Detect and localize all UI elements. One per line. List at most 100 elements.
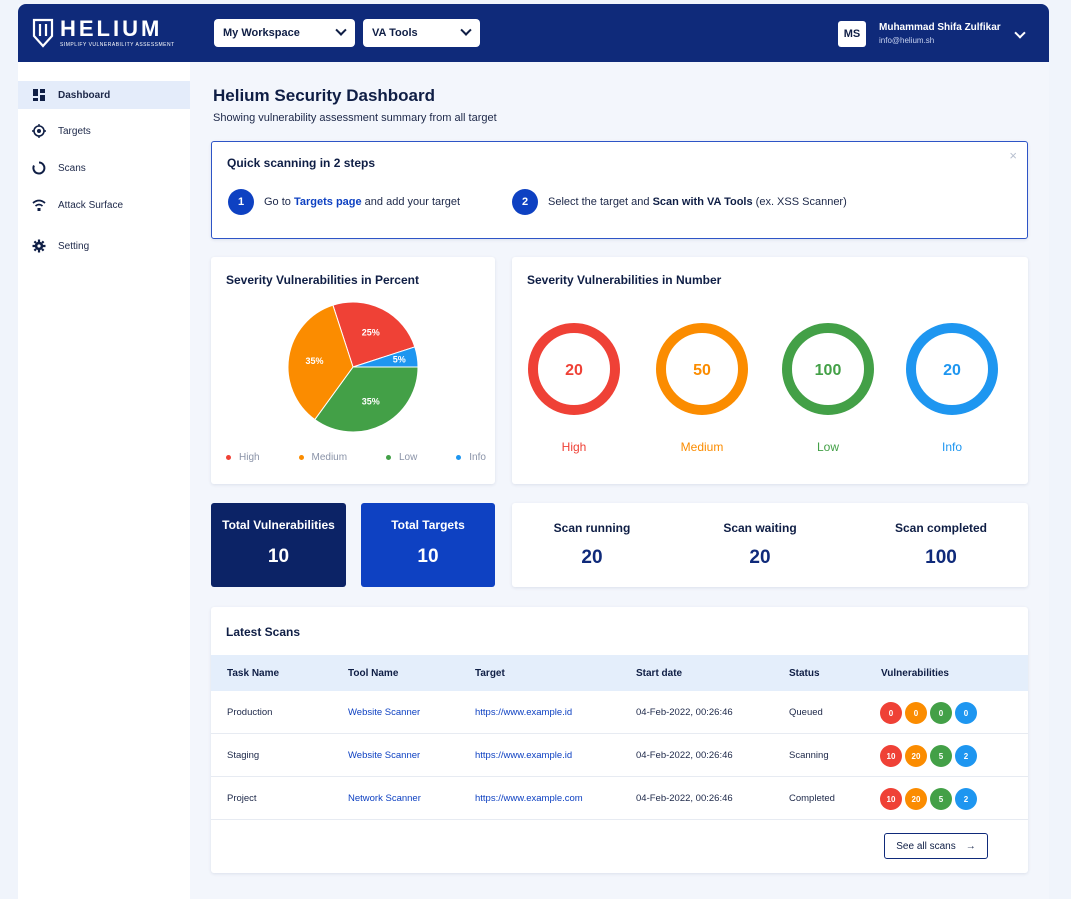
quick-step-1: 1 Go to Targets page and add your target	[228, 189, 460, 215]
start-date: 04-Feb-2022, 00:26:46	[636, 750, 733, 761]
target-link[interactable]: https://www.example.id	[475, 750, 572, 761]
latest-scans-card: Latest Scans Task Name Tool Name Target …	[211, 607, 1028, 873]
status-text: Completed	[789, 793, 835, 804]
total-vulnerabilities-label: Total Vulnerabilities	[222, 518, 335, 532]
wifi-icon	[32, 199, 46, 211]
vulnerability-count-badge: 2	[955, 745, 977, 767]
scan-waiting-value: 20	[749, 547, 771, 568]
pie-legend: High Medium Low Info	[226, 452, 486, 463]
status-text: Queued	[789, 707, 823, 718]
quick-step-2: 2 Select the target and Scan with VA Too…	[512, 189, 847, 215]
status-text: Scanning	[789, 750, 829, 761]
total-targets-value: 10	[417, 546, 439, 567]
scan-completed: Scan completed 100	[861, 521, 1021, 569]
vulnerability-count-badge: 5	[930, 788, 952, 810]
workspace-dropdown[interactable]: My Workspace	[214, 19, 355, 47]
app-frame: HELIUM SIMPLIFY VULNERABILITY ASSESSMENT…	[18, 4, 1049, 899]
pie-slice-label: 35%	[362, 397, 380, 407]
targets-page-link[interactable]: Targets page	[294, 196, 362, 208]
vulnerability-count-badge: 10	[880, 745, 902, 767]
latest-scans-title: Latest Scans	[226, 625, 301, 639]
logo[interactable]: HELIUM SIMPLIFY VULNERABILITY ASSESSMENT	[32, 14, 175, 52]
shield-logo-icon	[32, 18, 54, 48]
vulnerability-count-badge: 10	[880, 788, 902, 810]
sidebar-item-label: Targets	[58, 125, 91, 137]
user-info[interactable]: Muhammad Shifa Zulfikar info@helium.sh	[879, 22, 1001, 45]
scan-running-label: Scan running	[553, 521, 631, 535]
pie-slice-label: 5%	[393, 355, 406, 365]
sidebar-item-label: Dashboard	[58, 89, 111, 101]
total-targets-card[interactable]: Total Targets 10	[361, 503, 495, 587]
sidebar-item-setting[interactable]: Setting	[18, 232, 190, 260]
column-header: Vulnerabilities	[881, 668, 949, 679]
sidebar-item-attack-surface[interactable]: Attack Surface	[18, 191, 190, 219]
ring-value: 100	[815, 362, 842, 379]
scan-waiting: Scan waiting 20	[680, 521, 840, 569]
close-icon[interactable]: ×	[1009, 148, 1017, 163]
target-link[interactable]: https://www.example.id	[475, 707, 572, 718]
legend-item-high: High	[226, 452, 260, 463]
see-all-scans-label: See all scans	[896, 840, 956, 852]
user-email: info@helium.sh	[879, 36, 935, 45]
column-header: Target	[475, 668, 505, 679]
vulnerability-badges: 10 20 5 2	[880, 788, 977, 810]
scan-waiting-label: Scan waiting	[723, 521, 797, 535]
severity-percent-card: Severity Vulnerabilities in Percent 25% 5…	[211, 257, 495, 484]
tools-dropdown-label: VA Tools	[372, 27, 418, 39]
sidebar-item-scans[interactable]: Scans	[18, 154, 190, 182]
ring-label: Low	[816, 440, 839, 454]
column-header: Status	[789, 668, 820, 679]
tool-name-link[interactable]: Website Scanner	[348, 707, 420, 718]
table-header: Task Name Tool Name Target Start date St…	[211, 655, 1028, 691]
scan-running-value: 20	[581, 547, 603, 568]
scan-running: Scan running 20	[512, 521, 672, 569]
start-date: 04-Feb-2022, 00:26:46	[636, 707, 733, 718]
sidebar-item-label: Attack Surface	[58, 199, 124, 211]
scan-icon	[32, 161, 46, 175]
total-vulnerabilities-card[interactable]: Total Vulnerabilities 10	[211, 503, 346, 587]
scan-completed-value: 100	[925, 547, 957, 568]
step-text: Select the target and Scan with VA Tools…	[548, 196, 847, 208]
avatar[interactable]: MS	[838, 21, 866, 47]
page-title: Helium Security Dashboard	[213, 86, 436, 105]
step-text: Go to Targets page and add your target	[264, 196, 461, 208]
scan-status-card: Scan running 20 Scan waiting 20 Scan com…	[512, 503, 1028, 587]
sidebar-item-dashboard[interactable]: Dashboard	[18, 81, 190, 109]
table-row[interactable]: Staging Website Scanner https://www.exampl…	[211, 734, 1028, 777]
ring-value: 20	[565, 362, 583, 379]
task-name: Project	[227, 793, 257, 804]
workspace-dropdown-label: My Workspace	[223, 27, 300, 39]
legend-item-low: Low	[386, 452, 417, 463]
scan-completed-label: Scan completed	[894, 521, 988, 535]
brand-name: HELIUM	[60, 16, 163, 41]
quick-scanning-card: Quick scanning in 2 steps × 1 Go to Targ…	[211, 141, 1028, 239]
user-menu-chevron-icon[interactable]	[1014, 27, 1026, 39]
quick-scanning-title: Quick scanning in 2 steps	[227, 156, 376, 170]
tool-name-link[interactable]: Website Scanner	[348, 750, 420, 761]
vulnerability-count-badge: 0	[905, 702, 927, 724]
top-bar: HELIUM SIMPLIFY VULNERABILITY ASSESSMENT…	[18, 4, 1049, 62]
target-link[interactable]: https://www.example.com	[475, 793, 583, 804]
table-row[interactable]: Project Network Scanner https://www.exampl…	[211, 777, 1028, 820]
vulnerability-count-badge: 20	[905, 745, 927, 767]
table-row[interactable]: Production Website Scanner https://www.exa…	[211, 691, 1028, 734]
legend-item-medium: Medium	[298, 452, 347, 463]
vulnerability-count-badge: 2	[955, 788, 977, 810]
column-header: Task Name	[227, 668, 280, 679]
see-all-scans-button[interactable]: See all scans →	[884, 833, 988, 859]
column-header: Tool Name	[348, 668, 399, 679]
gear-icon	[32, 239, 46, 253]
total-targets-label: Total Targets	[391, 518, 465, 532]
sidebar-item-targets[interactable]: Targets	[18, 117, 190, 145]
vulnerability-count-badge: 0	[930, 702, 952, 724]
sidebar-item-label: Scans	[58, 162, 86, 174]
target-icon	[32, 124, 46, 138]
ring-chart: 20 50 100 20	[528, 323, 998, 415]
tools-dropdown[interactable]: VA Tools	[363, 19, 480, 47]
legend-item-info: Info	[456, 452, 486, 463]
vulnerability-count-badge: 0	[955, 702, 977, 724]
brand-tagline: SIMPLIFY VULNERABILITY ASSESSMENT	[60, 42, 175, 48]
tool-name-link[interactable]: Network Scanner	[348, 793, 421, 804]
task-name: Staging	[227, 750, 260, 761]
step-number: 2	[512, 189, 538, 215]
